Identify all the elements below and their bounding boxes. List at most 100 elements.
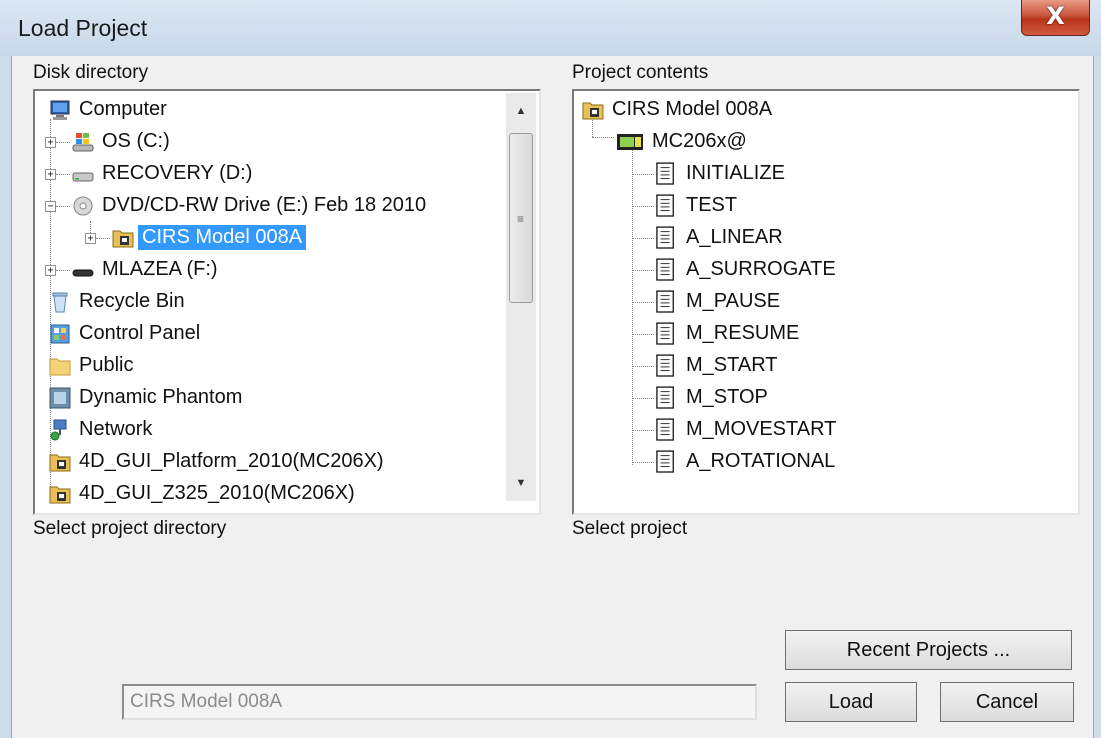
project-folder-icon [112,227,134,249]
controller-item[interactable]: MC206x@ [574,127,1074,157]
program-file-icon [656,225,678,251]
computer-icon [49,99,71,121]
directory-item-label: Network [79,418,153,440]
close-button[interactable]: X [1021,0,1090,36]
program-file-icon [656,353,678,379]
program-file-icon [656,289,678,315]
program-label: A_SURROGATE [686,258,836,280]
application-icon [49,387,71,409]
expand-icon[interactable]: + [85,233,96,244]
dvd-drive-icon [72,195,94,217]
program-item[interactable]: M_STOP [574,383,1074,413]
program-label: A_LINEAR [686,226,783,248]
removable-drive-icon [72,259,94,281]
directory-item[interactable]: − DVD/CD-RW Drive (E:) Feb 18 2010 [35,191,505,221]
title-bar[interactable]: Load Project X [0,0,1101,56]
project-contents-tree[interactable]: CIRS Model 008A MC206x@ INITIALIZE TEST A_LI… [572,89,1080,515]
expand-icon[interactable]: + [45,137,56,148]
program-item[interactable]: A_SURROGATE [574,255,1074,285]
directory-item-label: Recycle Bin [79,290,185,312]
program-file-icon [656,161,678,187]
directory-item-label: Dynamic Phantom [79,386,243,408]
directory-item[interactable]: 4D_GUI_Platform_2010(MC206X) [35,447,505,477]
directory-item[interactable]: Control Panel [35,319,505,349]
program-label: M_RESUME [686,322,800,344]
windows-drive-icon [72,131,94,153]
scrollbar-thumb[interactable]: ≡ [509,133,533,303]
directory-scrollbar[interactable]: ▲ ≡ ▼ [506,93,536,501]
cancel-button[interactable]: Cancel [940,682,1074,722]
directory-item-label: Control Panel [79,322,201,344]
directory-item-label: RECOVERY (D:) [102,162,253,184]
program-file-icon [656,417,678,443]
program-item[interactable]: M_START [574,351,1074,381]
select-project-label: Select project [572,518,688,539]
program-file-icon [656,385,678,411]
program-label: M_PAUSE [686,290,781,312]
select-project-directory-label: Select project directory [33,518,227,539]
program-file-icon [656,193,678,219]
program-label: TEST [686,194,738,216]
controller-label: MC206x@ [652,130,747,152]
directory-item-label: DVD/CD-RW Drive (E:) Feb 18 2010 [102,194,427,216]
directory-item-label: Computer [79,98,167,120]
program-item[interactable]: A_ROTATIONAL [574,447,1074,477]
directory-item[interactable]: 4D_GUI_Z325_2010(MC206X) [35,479,505,509]
directory-item[interactable]: Dynamic Phantom [35,383,505,413]
program-label: INITIALIZE [686,162,785,184]
folder-icon [49,355,71,377]
directory-item[interactable]: Public [35,351,505,381]
program-file-icon [656,257,678,283]
dialog-body: Disk directory Project contents Computer… [11,56,1094,738]
directory-item-label: MLAZEA (F:) [102,258,218,280]
program-label: M_STOP [686,386,768,408]
directory-item-label: 4D_GUI_Platform_2010(MC206X) [79,450,384,472]
disk-directory-tree[interactable]: Computer + OS (C:) + RECOVERY (D:) − DVD/CD-RW… [33,89,541,515]
directory-item[interactable]: + OS (C:) [35,127,505,157]
directory-item[interactable]: Recycle Bin [35,287,505,317]
directory-item[interactable]: Network [35,415,505,445]
recent-projects-button[interactable]: Recent Projects ... [785,630,1072,670]
load-project-dialog: Load Project X Disk directory Project co… [0,0,1101,738]
control-panel-icon [49,323,71,345]
window-title: Load Project [18,15,148,41]
controller-icon [616,131,644,153]
disk-directory-label: Disk directory [33,62,149,83]
expand-icon[interactable]: + [45,169,56,180]
network-icon [49,419,71,441]
directory-item-label: OS (C:) [102,130,170,152]
directory-item[interactable]: Computer [35,95,505,125]
load-button[interactable]: Load [785,682,917,722]
program-item[interactable]: M_RESUME [574,319,1074,349]
project-folder-icon [49,451,71,473]
project-path-field[interactable]: CIRS Model 008A [122,684,757,720]
program-item[interactable]: INITIALIZE [574,159,1074,189]
collapse-icon[interactable]: − [45,201,56,212]
program-label: M_START [686,354,778,376]
scroll-up-arrow-icon[interactable]: ▲ [506,97,536,125]
directory-item-label: 4D_GUI_Z325_2010(MC206X) [79,482,355,504]
expand-icon[interactable]: + [45,265,56,276]
program-file-icon [656,449,678,475]
close-icon: X [1046,2,1065,30]
program-label: A_ROTATIONAL [686,450,836,472]
program-file-icon [656,321,678,347]
hard-drive-icon [72,163,94,185]
directory-item[interactable]: + MLAZEA (F:) [35,255,505,285]
program-label: M_MOVESTART [686,418,837,440]
directory-item-label: CIRS Model 008A [138,225,307,250]
program-item[interactable]: M_PAUSE [574,287,1074,317]
directory-item-label: Public [79,354,134,376]
project-root-item[interactable]: CIRS Model 008A [574,95,1074,125]
program-item[interactable]: M_MOVESTART [574,415,1074,445]
project-folder-icon [582,99,604,121]
project-root-label: CIRS Model 008A [612,98,773,120]
scroll-down-arrow-icon[interactable]: ▼ [506,469,536,497]
recycle-bin-icon [49,291,71,313]
directory-item[interactable]: + RECOVERY (D:) [35,159,505,189]
directory-item[interactable]: + CIRS Model 008A [35,223,505,253]
program-item[interactable]: A_LINEAR [574,223,1074,253]
project-folder-icon [49,483,71,505]
project-contents-label: Project contents [572,62,709,83]
program-item[interactable]: TEST [574,191,1074,221]
